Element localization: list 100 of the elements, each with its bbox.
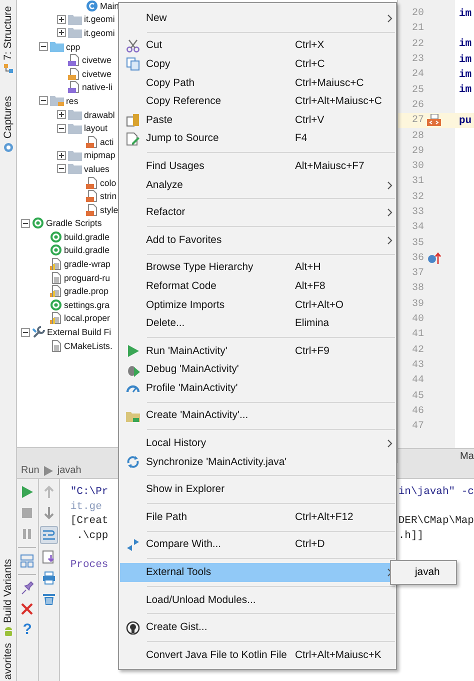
menu-item-label: Compare With...: [146, 539, 222, 550]
menu-item-label: Jump to Source: [146, 133, 220, 144]
menu-item[interactable]: Synchronize 'MainActivity.java': [120, 452, 395, 472]
line-number: 35: [410, 238, 424, 249]
menu-item[interactable]: Browse Type Hierarchy Alt+H: [120, 258, 395, 278]
tree-item[interactable]: civetwe: [82, 55, 112, 66]
menu-item[interactable]: Delete... Elimina: [120, 314, 395, 333]
code-text: pu: [458, 114, 473, 127]
menu-item[interactable]: File Path Ctrl+Alt+F12: [120, 508, 395, 527]
tree-item[interactable]: acti: [100, 136, 114, 147]
tree-item[interactable]: proguard-ru: [64, 272, 110, 283]
tree-item[interactable]: strin: [100, 191, 117, 202]
menu-item[interactable]: Copy Ctrl+C: [120, 55, 395, 74]
help-button[interactable]: ?: [22, 622, 33, 638]
menu-item-label: Delete...: [146, 318, 186, 330]
expander-icon[interactable]: [57, 124, 66, 133]
menu-item[interactable]: Show in Explorer: [120, 480, 395, 500]
expander-icon[interactable]: [57, 14, 66, 24]
trash-icon[interactable]: [42, 592, 56, 606]
arrow-down-icon[interactable]: [42, 506, 56, 520]
tree-item[interactable]: res: [66, 96, 78, 106]
tree-item[interactable]: Gradle Scripts: [46, 218, 102, 228]
menu-item[interactable]: Create 'MainActivity'...: [120, 406, 395, 426]
menu-item[interactable]: Reformat Code Alt+F8: [120, 277, 395, 296]
menu-item[interactable]: Load/Unload Modules...: [120, 590, 395, 610]
structure-icon[interactable]: [2, 63, 14, 74]
line-number: 36: [410, 252, 424, 264]
page-pen-icon: [126, 132, 140, 146]
file-icon: [50, 285, 62, 298]
tree-item[interactable]: External Build Fi: [47, 327, 112, 338]
expander-icon[interactable]: [57, 110, 66, 120]
menu-item[interactable]: Refactor: [120, 203, 395, 222]
menu-item[interactable]: Run 'MainActivity' Ctrl+F9: [120, 342, 395, 360]
expander-icon[interactable]: [57, 28, 66, 38]
shortcut-text: Alt+H: [295, 262, 322, 274]
tree-item[interactable]: build.gradle: [64, 232, 110, 242]
menu-item[interactable]: Profile 'MainActivity': [120, 379, 395, 398]
printer-icon[interactable]: [42, 571, 56, 585]
menu-item[interactable]: New: [120, 9, 395, 28]
tree-item[interactable]: civetwe: [82, 68, 112, 79]
tree-item[interactable]: it.geomi: [84, 28, 115, 38]
menu-item[interactable]: Copy Reference Ctrl+Alt+Maiusc+C: [120, 92, 395, 111]
code-text: im: [458, 84, 473, 96]
editor-tab[interactable]: Ma: [460, 450, 474, 462]
play-icon[interactable]: [20, 485, 34, 499]
tree-item[interactable]: mipmap: [84, 150, 116, 160]
close-icon[interactable]: [20, 602, 34, 616]
tree-item[interactable]: cpp: [66, 42, 80, 52]
tool-window-tab[interactable]: avorites: [2, 643, 14, 680]
xml-tag-icon[interactable]: [426, 114, 442, 128]
scroll-end-icon[interactable]: [42, 550, 56, 564]
tree-item[interactable]: it.geomi: [84, 14, 115, 24]
menu-item[interactable]: Convert Java File to Kotlin File Ctrl+Alt+Maiusc+K: [120, 646, 395, 665]
tree-item[interactable]: local.proper: [64, 313, 110, 324]
tree-item[interactable]: CMakeLists.: [64, 340, 112, 351]
line-number: 34: [410, 222, 424, 234]
pin-icon[interactable]: [20, 581, 34, 595]
override-icon[interactable]: [427, 252, 441, 265]
menu-item[interactable]: Add to Favorites: [120, 230, 395, 250]
menu-item[interactable]: Cut Ctrl+X: [120, 36, 395, 56]
folder-icon: [50, 41, 64, 52]
tree-item[interactable]: settings.gra: [64, 300, 110, 310]
shortcut-text: Ctrl+Alt+F12: [295, 512, 354, 523]
layout-icon[interactable]: [20, 554, 34, 568]
expander-icon[interactable]: [57, 164, 66, 174]
expander-icon[interactable]: [39, 42, 48, 52]
menu-item[interactable]: Jump to Source F4: [120, 130, 395, 148]
tree-item[interactable]: style: [100, 204, 118, 215]
ring-icon: [50, 298, 62, 311]
shortcut-text: Ctrl+D: [295, 539, 326, 550]
menu-item[interactable]: Compare With... Ctrl+D: [120, 536, 395, 554]
tree-item[interactable]: colo: [100, 178, 116, 188]
expander-icon[interactable]: [21, 328, 30, 337]
menu-item[interactable]: Optimize Imports Ctrl+Alt+O: [120, 296, 395, 314]
shortcut-text: F4: [295, 133, 308, 144]
tree-item[interactable]: gradle.prop: [64, 286, 109, 296]
menu-item[interactable]: Find Usages Alt+Maiusc+F7: [120, 157, 395, 176]
wrench-icon: [32, 326, 45, 338]
tree-item[interactable]: gradle-wrap: [64, 259, 110, 270]
run-config-tab[interactable]: javah: [57, 465, 82, 476]
menu-item-label: Add to Favorites: [146, 234, 223, 246]
line-number: 23: [410, 54, 424, 66]
expander-icon[interactable]: [57, 150, 66, 160]
menu-item[interactable]: Debug 'MainActivity': [120, 360, 395, 380]
tree-item[interactable]: drawabl: [84, 110, 115, 120]
play-icon: [43, 466, 54, 476]
menu-item[interactable]: Local History: [120, 434, 395, 453]
menu-item[interactable]: Analyze: [120, 176, 395, 194]
menu-item[interactable]: Paste Ctrl+V: [120, 110, 395, 130]
tree-item[interactable]: values: [84, 164, 110, 174]
tool-window-tab[interactable]: Captures: [2, 96, 14, 139]
expander-icon[interactable]: [39, 96, 48, 106]
expander-icon[interactable]: [21, 218, 30, 228]
menu-item[interactable]: Copy Path Ctrl+Maiusc+C: [120, 74, 395, 92]
menu-item[interactable]: Create Gist...: [120, 618, 395, 638]
tree-item[interactable]: build.gradle: [64, 245, 110, 256]
tree-item[interactable]: native-li: [82, 82, 112, 92]
tool-window-tab[interactable]: Build Variants: [2, 559, 14, 624]
tree-item[interactable]: layout: [84, 123, 108, 134]
tool-window-tab[interactable]: 7: Structure: [2, 6, 14, 60]
